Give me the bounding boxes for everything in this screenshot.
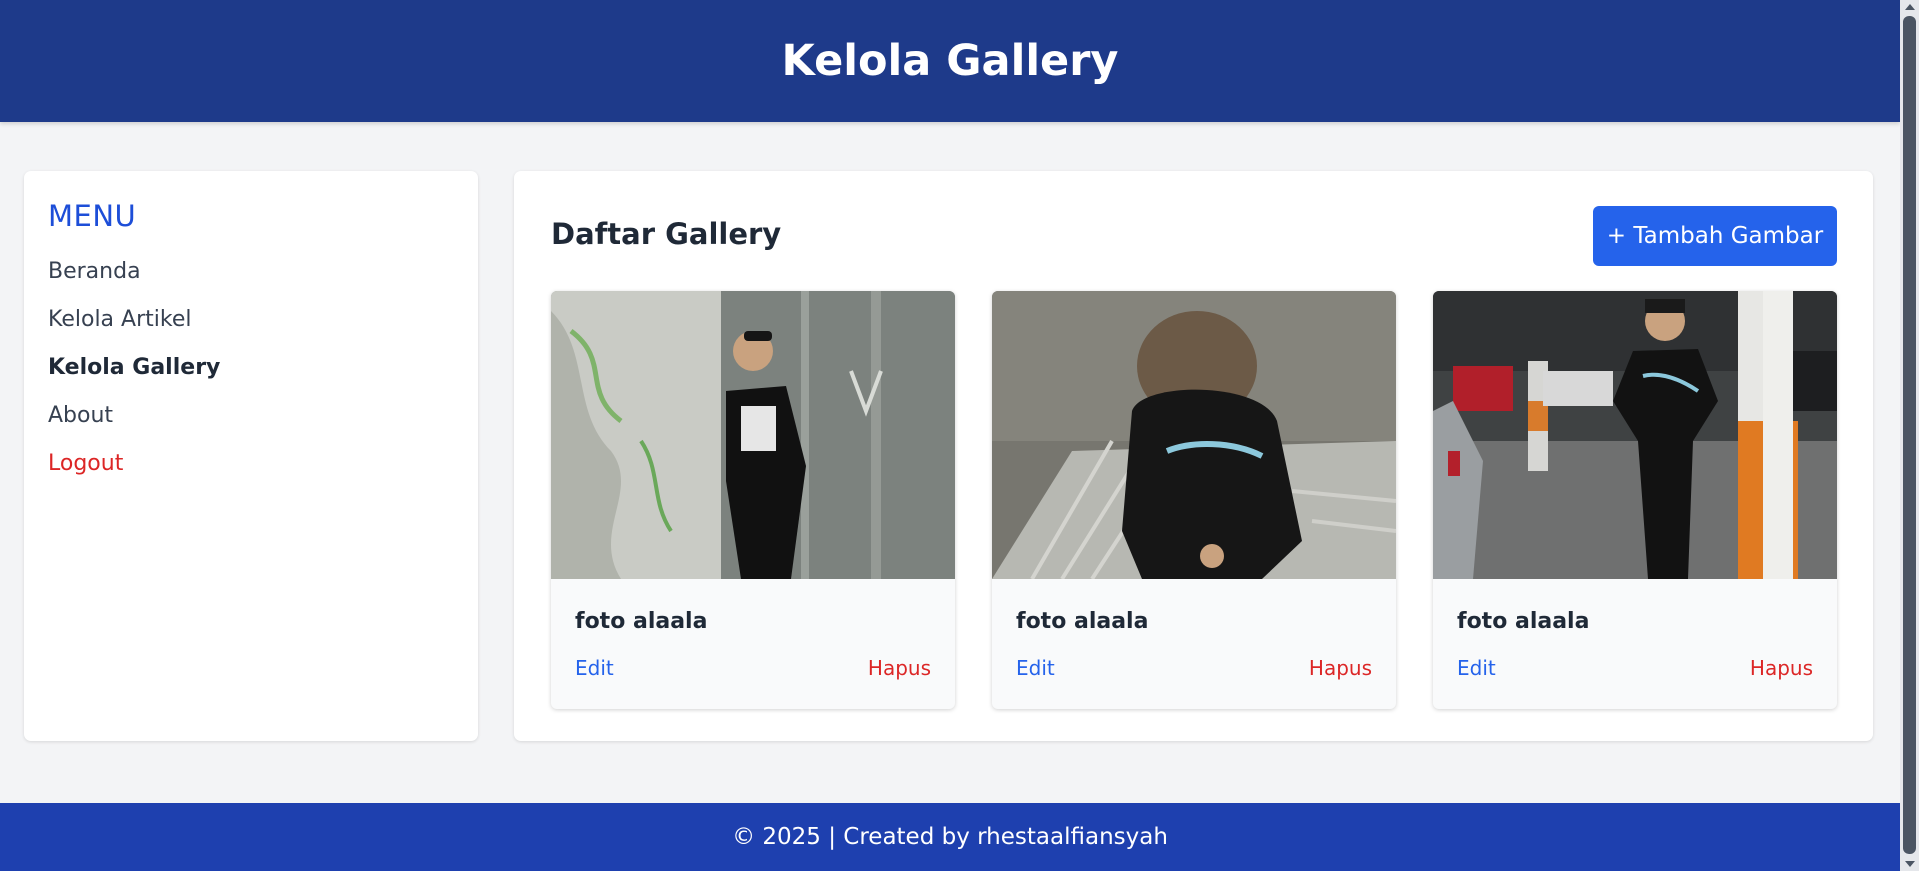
gallery-card: foto alaala Edit Hapus — [1433, 291, 1837, 709]
sidebar-item-kelola-gallery[interactable]: Kelola Gallery — [48, 351, 454, 399]
sidebar-item-kelola-artikel[interactable]: Kelola Artikel — [48, 303, 454, 351]
page-footer: © 2025 | Created by rhestaalfiansyah — [0, 803, 1900, 871]
sidebar-item-about[interactable]: About — [48, 399, 454, 447]
gallery-photo — [1433, 291, 1837, 579]
edit-link[interactable]: Edit — [1457, 656, 1496, 680]
delete-link[interactable]: Hapus — [1750, 656, 1813, 680]
delete-link[interactable]: Hapus — [1309, 656, 1372, 680]
sidebar-item-logout[interactable]: Logout — [48, 447, 454, 495]
gallery-photo — [992, 291, 1396, 579]
gallery-panel: Daftar Gallery + Tambah Gambar foto alaa… — [514, 171, 1873, 741]
footer-text: © 2025 | Created by rhestaalfiansyah — [732, 824, 1168, 850]
add-image-button[interactable]: + Tambah Gambar — [1593, 206, 1837, 266]
sidebar-menu: Beranda Kelola Artikel Kelola Gallery Ab… — [48, 255, 454, 495]
gallery-heading: Daftar Gallery — [551, 217, 782, 251]
sidebar: MENU Beranda Kelola Artikel Kelola Galle… — [24, 171, 478, 741]
card-title: foto alaala — [575, 609, 708, 634]
gallery-card: foto alaala Edit Hapus — [551, 291, 955, 709]
card-title: foto alaala — [1457, 609, 1590, 634]
scroll-down-arrow-icon[interactable] — [1905, 861, 1915, 867]
scroll-up-arrow-icon[interactable] — [1905, 4, 1915, 10]
sidebar-item-beranda[interactable]: Beranda — [48, 255, 454, 303]
page-header: Kelola Gallery — [0, 0, 1900, 122]
gallery-photo — [551, 291, 955, 579]
vertical-scrollbar[interactable] — [1900, 0, 1919, 871]
delete-link[interactable]: Hapus — [868, 656, 931, 680]
edit-link[interactable]: Edit — [1016, 656, 1055, 680]
edit-link[interactable]: Edit — [575, 656, 614, 680]
gallery-card: foto alaala Edit Hapus — [992, 291, 1396, 709]
card-title: foto alaala — [1016, 609, 1149, 634]
page-title: Kelola Gallery — [781, 36, 1119, 86]
sidebar-title: MENU — [48, 199, 137, 233]
scrollbar-thumb[interactable] — [1903, 16, 1916, 854]
